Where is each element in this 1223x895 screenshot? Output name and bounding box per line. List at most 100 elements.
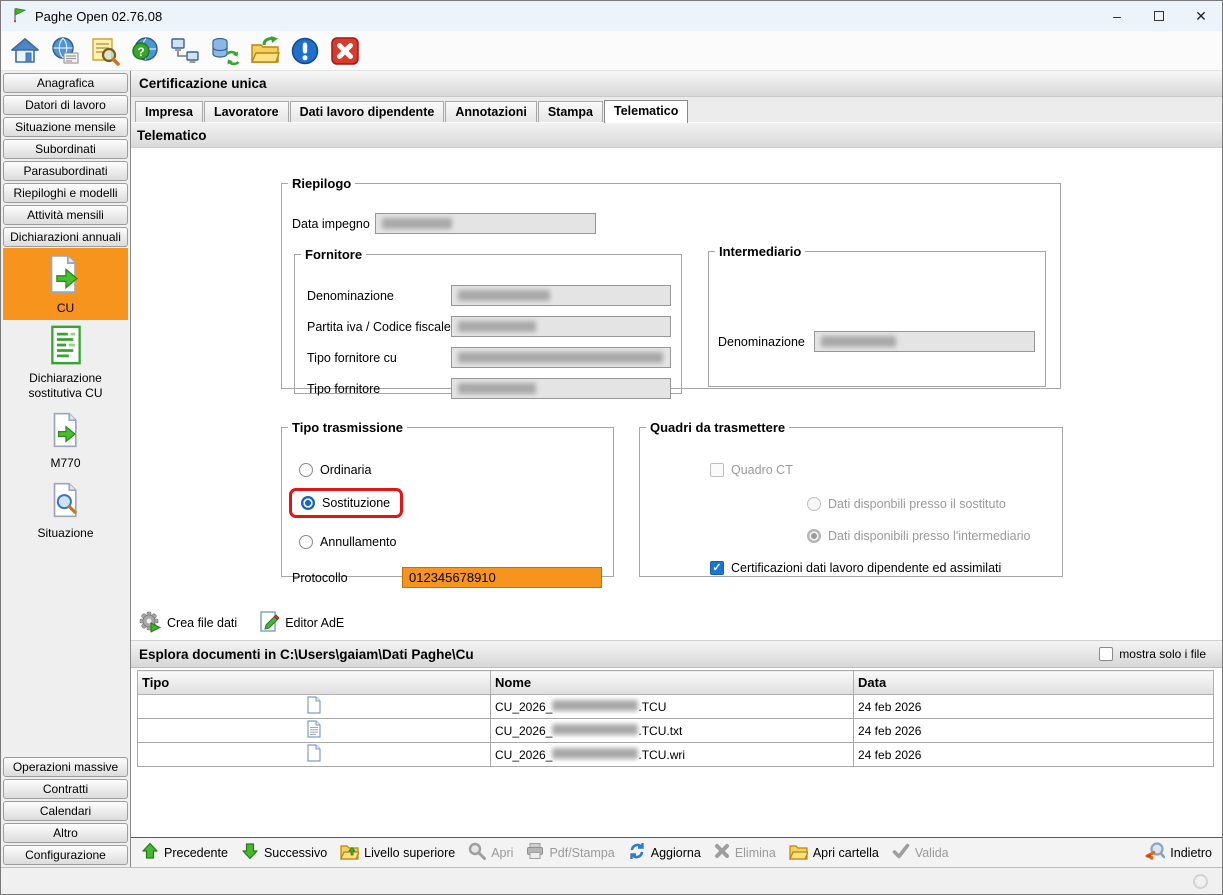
tipo-fornitore-field[interactable] [451,378,671,399]
file-name-prefix: CU_2026_ [495,700,552,714]
search-note-icon[interactable] [89,35,121,67]
main-panel: Certificazione unica Impresa Lavoratore … [131,71,1222,867]
toolbar-label: Indietro [1170,846,1212,860]
toolbar-label: Aggiorna [651,846,701,860]
internet-news-icon[interactable] [49,35,81,67]
precedente-button[interactable]: Precedente [141,842,228,863]
radio-label: Annullamento [320,535,396,549]
export-folder-icon[interactable] [249,35,281,67]
file-name-prefix: CU_2026_ [495,748,552,762]
checkbox-icon [1099,647,1113,661]
successivo-button[interactable]: Successivo [241,842,327,863]
sidebar-item-configurazione[interactable]: Configurazione [3,845,128,865]
back-search-icon [1145,842,1165,863]
radio-icon [299,535,313,549]
fornitore-legend: Fornitore [301,247,366,262]
toolbar-label: Valida [915,846,949,860]
radio-annullamento[interactable]: Annullamento [299,535,396,549]
protocollo-field[interactable]: 012345678910 [402,567,602,588]
checkbox-certificazioni[interactable]: ✓ Certificazioni dati lavoro dipendente … [710,561,1001,575]
tab-dati-lavoro-dipendente[interactable]: Dati lavoro dipendente [290,101,445,122]
table-row[interactable]: CU_2026_.TCU.txt 24 feb 2026 [138,719,1214,743]
sidebar-item-datori-di-lavoro[interactable]: Datori di lavoro [3,95,128,115]
sidebar-item-cu[interactable]: CU [3,248,128,320]
table-row[interactable]: CU_2026_.TCU.wri 24 feb 2026 [138,743,1214,767]
radio-dati-intermediario: Dati disponibili presso l'intermediario [807,529,1030,543]
partita-iva-field[interactable] [451,316,671,337]
checkbox-icon: ✓ [710,561,724,575]
riepilogo-groupbox: Riepilogo Data impegno Fornitore Denomin… [281,176,1061,389]
refresh-icon [628,842,646,863]
radio-icon [807,497,821,511]
quadri-groupbox: Quadri da trasmettere Quadro CT Dati dis… [639,420,1063,577]
sidebar-item-parasubordinati[interactable]: Parasubordinati [3,161,128,181]
intermediario-denominazione-label: Denominazione [718,335,805,349]
column-header-tipo[interactable]: Tipo [138,671,491,695]
exit-icon[interactable] [329,35,361,67]
intermediario-denominazione-field[interactable] [814,331,1035,352]
database-sync-icon[interactable] [209,35,241,67]
sidebar-item-dichiarazioni-annuali[interactable]: Dichiarazioni annuali [3,227,128,247]
tab-telematico[interactable]: Telematico [604,100,688,123]
sidebar-item-subordinati[interactable]: Subordinati [3,139,128,159]
redacted-value [382,218,452,229]
minimize-button[interactable]: – [1096,1,1138,31]
file-table: Tipo Nome Data CU_2026_.TCU 24 feb 2026 … [137,670,1214,767]
checkbox-quadro-ct[interactable]: Quadro CT [710,463,793,477]
toolbar-label: Apri cartella [813,846,879,860]
crea-file-dati-button[interactable]: Crea file dati [139,611,237,636]
indietro-button[interactable]: Indietro [1145,842,1212,863]
sidebar-item-situazione[interactable]: Situazione [3,475,128,545]
info-icon[interactable] [289,35,321,67]
tab-lavoratore[interactable]: Lavoratore [204,101,289,122]
redacted-value [552,748,638,759]
column-header-data[interactable]: Data [854,671,1214,695]
file-text-icon [307,727,321,741]
sidebar-item-altro[interactable]: Altro [3,823,128,843]
sidebar-item-m770[interactable]: M770 [3,405,128,475]
livello-superiore-button[interactable]: Livello superiore [340,842,455,863]
gear-run-icon [139,611,161,636]
tab-impresa[interactable]: Impresa [135,101,203,122]
sidebar-item-label: M770 [50,456,80,471]
maximize-button[interactable] [1138,1,1180,31]
sidebar-item-anagrafica[interactable]: Anagrafica [3,73,128,93]
tipo-fornitore-cu-field[interactable] [451,347,671,368]
apri-cartella-button[interactable]: Apri cartella [789,842,879,863]
explorer-header: Esplora documenti in C:\Users\gaiam\Dati… [131,640,1222,668]
denominazione-field[interactable] [451,285,671,306]
radio-icon[interactable] [301,496,315,510]
tab-annotazioni[interactable]: Annotazioni [445,101,537,122]
tab-stampa[interactable]: Stampa [538,101,603,122]
checkbox-label: Certificazioni dati lavoro dipendente ed… [731,561,1001,575]
filter-checkbox-row[interactable]: mostra solo i file [1099,647,1206,661]
column-header-nome[interactable]: Nome [491,671,854,695]
network-icon[interactable] [169,35,201,67]
data-impegno-field[interactable] [375,213,596,234]
file-name-suffix: .TCU.wri [638,748,685,762]
elimina-button: Elimina [714,843,776,862]
aggiorna-button[interactable]: Aggiorna [628,842,701,863]
sidebar-item-attivita-mensili[interactable]: Attività mensili [3,205,128,225]
tipo-trasmissione-groupbox: Tipo trasmissione Ordinaria Sostituzione… [281,420,614,577]
close-button[interactable]: ✕ [1180,1,1222,31]
toolbar-label: Precedente [164,846,228,860]
document-arrow-icon [48,410,84,456]
action-label: Crea file dati [167,616,237,630]
editor-ade-button[interactable]: Editor AdE [259,611,344,636]
sidebar-item-calendari[interactable]: Calendari [3,801,128,821]
redacted-value [458,352,663,363]
table-row[interactable]: CU_2026_.TCU 24 feb 2026 [138,695,1214,719]
home-icon[interactable] [9,35,41,67]
sidebar-item-riepiloghi-e-modelli[interactable]: Riepiloghi e modelli [3,183,128,203]
radio-ordinaria[interactable]: Ordinaria [299,463,371,477]
sidebar-item-label: Dichiarazione sostitutiva CU [5,371,126,401]
pdf-stampa-button: Pdf/Stampa [526,842,614,863]
sidebar-item-operazioni-massive[interactable]: Operazioni massive [3,757,128,777]
sidebar-item-situazione-mensile[interactable]: Situazione mensile [3,117,128,137]
sidebar-item-dichiarazione-sostitutiva-cu[interactable]: Dichiarazione sostitutiva CU [3,320,128,405]
file-name-suffix: .TCU.txt [638,724,682,738]
help-globe-icon[interactable]: ? [129,35,161,67]
sidebar-item-contratti[interactable]: Contratti [3,779,128,799]
action-row: Crea file dati Editor AdE [131,606,1222,640]
